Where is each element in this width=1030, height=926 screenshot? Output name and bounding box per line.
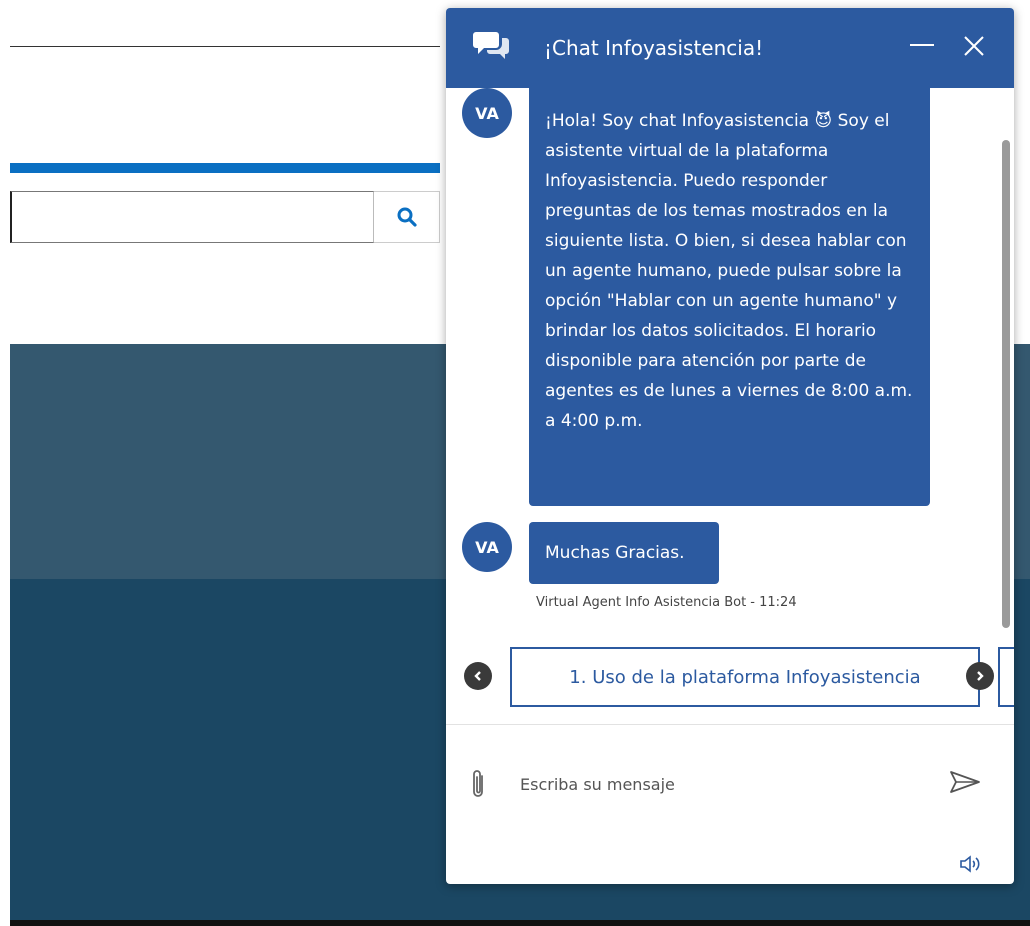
- carousel-next-button[interactable]: [966, 662, 994, 690]
- page-left-margin: [0, 0, 10, 926]
- speaker-icon[interactable]: [958, 854, 984, 874]
- send-icon[interactable]: [948, 768, 982, 796]
- chat-widget: ¡Chat Infoyasistencia! VA ¡Hola! Soy cha…: [446, 8, 1014, 884]
- search-icon: [397, 207, 417, 227]
- page-footer-strip: [10, 920, 1030, 926]
- composer-divider: [446, 724, 1014, 725]
- quick-reply-option-partial[interactable]: [998, 647, 1014, 707]
- site-search-input[interactable]: [10, 191, 374, 243]
- site-search-button[interactable]: [374, 191, 440, 243]
- quick-reply-option[interactable]: 1. Uso de la plataforma Infoyasistencia: [510, 647, 980, 707]
- chevron-left-icon: [474, 671, 481, 681]
- minimize-icon[interactable]: [910, 44, 934, 46]
- chat-scrollbar[interactable]: [1002, 140, 1010, 628]
- header-divider: [10, 46, 440, 47]
- agent-avatar: VA: [462, 522, 512, 572]
- message-meta: Virtual Agent Info Asistencia Bot - 11:2…: [536, 595, 797, 610]
- chevron-right-icon: [977, 671, 984, 681]
- chat-bubbles-icon: [473, 32, 509, 59]
- agent-message-bubble: ¡Hola! Soy chat Infoyasistencia 😈 Soy el…: [529, 88, 930, 506]
- close-icon[interactable]: [962, 34, 986, 58]
- carousel-prev-button[interactable]: [464, 662, 492, 690]
- agent-message-bubble: Muchas Gracias.: [529, 522, 719, 584]
- accent-bar: [10, 163, 440, 173]
- chat-title: ¡Chat Infoyasistencia!: [544, 36, 764, 60]
- chat-header: ¡Chat Infoyasistencia!: [446, 8, 1014, 88]
- message-input[interactable]: [518, 766, 942, 802]
- agent-avatar: VA: [462, 88, 512, 138]
- paperclip-icon[interactable]: [468, 768, 488, 802]
- chat-messages: VA ¡Hola! Soy chat Infoyasistencia 😈 Soy…: [446, 88, 1014, 724]
